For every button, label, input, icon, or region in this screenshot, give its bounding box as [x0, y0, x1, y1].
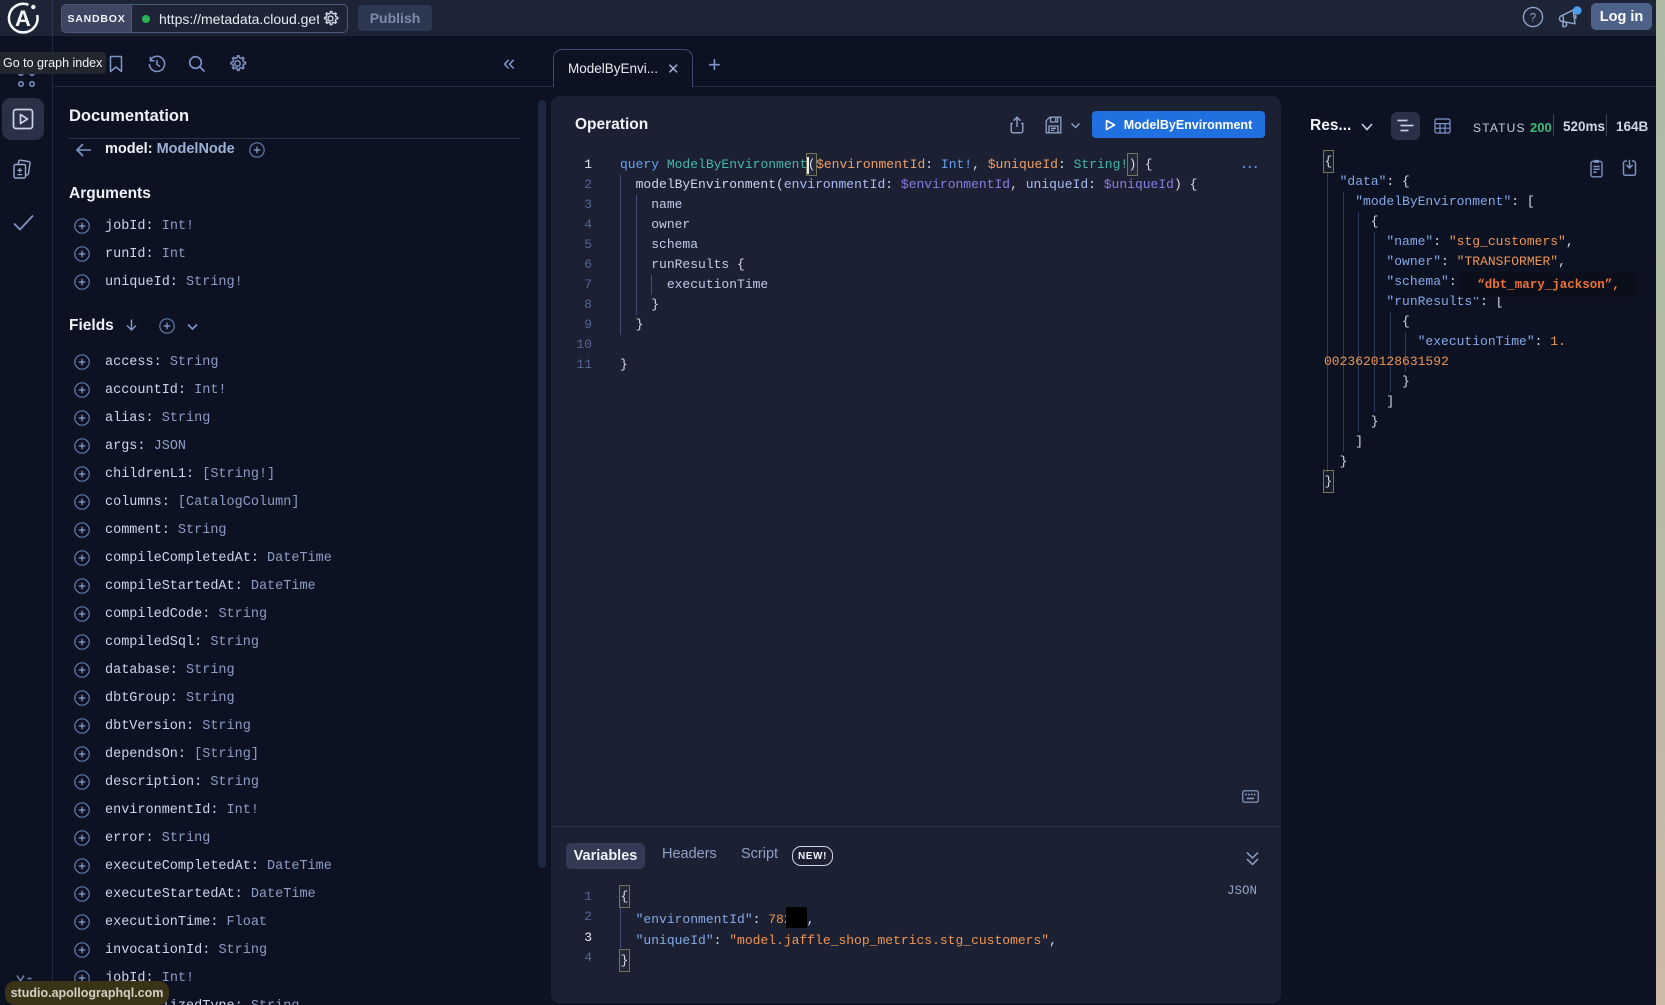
- svg-text:A: A: [15, 6, 31, 31]
- svg-text:?: ?: [1530, 13, 1536, 25]
